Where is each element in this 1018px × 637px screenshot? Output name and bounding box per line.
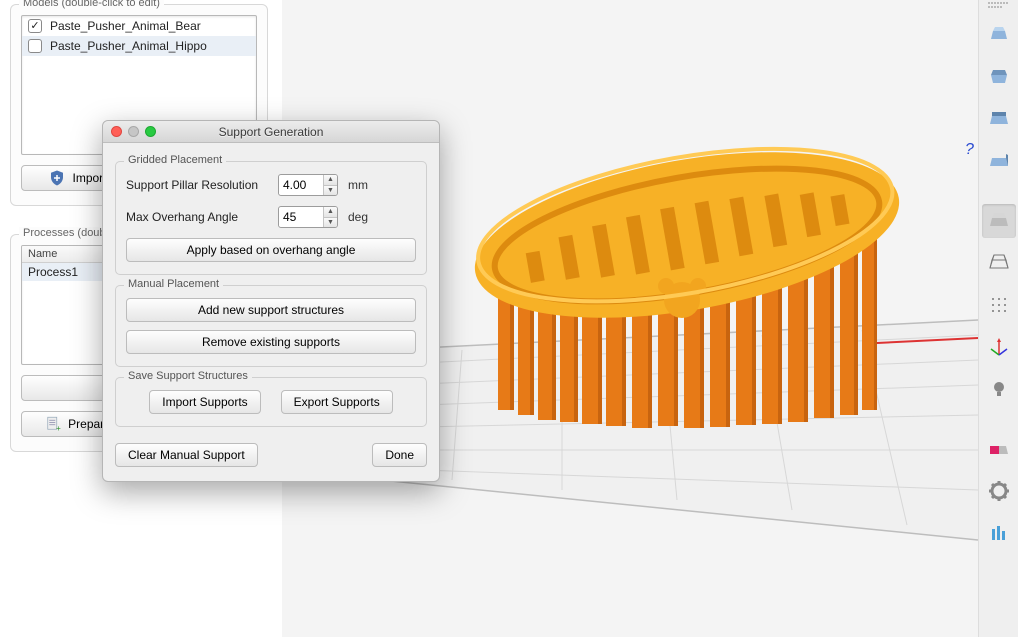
list-item-label: Paste_Pusher_Animal_Bear <box>50 19 201 33</box>
overhang-angle-label: Max Overhang Angle <box>126 210 278 224</box>
supports-icon[interactable] <box>982 516 1016 550</box>
overhang-angle-spinner[interactable]: ▲▼ <box>278 206 338 228</box>
pillar-resolution-spinner[interactable]: ▲▼ <box>278 174 338 196</box>
gridded-placement-group: Gridded Placement Support Pillar Resolut… <box>115 161 427 275</box>
view-side-icon[interactable] <box>982 144 1016 178</box>
svg-text:+: + <box>56 424 61 433</box>
zoom-icon[interactable] <box>145 126 156 137</box>
view-front-icon[interactable] <box>982 102 1016 136</box>
done-button[interactable]: Done <box>372 443 427 467</box>
document-plus-icon: + <box>44 415 62 433</box>
unit-label: mm <box>348 178 368 192</box>
points-icon[interactable] <box>982 288 1016 322</box>
wireframe-icon[interactable] <box>982 246 1016 280</box>
grip-icon[interactable] <box>988 2 1010 8</box>
shield-plus-icon <box>48 169 66 187</box>
light-icon[interactable] <box>982 372 1016 406</box>
minimize-icon[interactable] <box>128 126 139 137</box>
pillar-resolution-label: Support Pillar Resolution <box>126 178 278 192</box>
section-icon[interactable] <box>982 432 1016 466</box>
list-item[interactable]: Paste_Pusher_Animal_Bear <box>22 16 256 36</box>
axis-gizmo: ? <box>965 141 974 158</box>
clear-manual-button[interactable]: Clear Manual Support <box>115 443 258 467</box>
group-legend: Manual Placement <box>124 278 223 290</box>
manual-placement-group: Manual Placement Add new support structu… <box>115 285 427 367</box>
view-default-icon[interactable] <box>982 18 1016 52</box>
axes-icon[interactable] <box>982 330 1016 364</box>
apply-overhang-button[interactable]: Apply based on overhang angle <box>126 238 416 262</box>
save-supports-group: Save Support Structures Import Supports … <box>115 377 427 427</box>
group-legend: Gridded Placement <box>124 154 226 166</box>
step-up-icon[interactable]: ▲ <box>324 175 337 186</box>
remove-supports-button[interactable]: Remove existing supports <box>126 330 416 354</box>
list-item[interactable]: Paste_Pusher_Animal_Hippo <box>22 36 256 56</box>
group-legend: Save Support Structures <box>124 370 252 382</box>
checkbox-icon[interactable] <box>28 39 42 53</box>
add-supports-button[interactable]: Add new support structures <box>126 298 416 322</box>
list-item-label: Paste_Pusher_Animal_Hippo <box>50 39 207 53</box>
right-toolbar <box>978 0 1018 637</box>
support-generation-dialog: Support Generation Gridded Placement Sup… <box>102 120 440 482</box>
step-down-icon[interactable]: ▼ <box>324 218 337 228</box>
close-icon[interactable] <box>111 126 122 137</box>
unit-label: deg <box>348 210 368 224</box>
overhang-angle-input[interactable] <box>279 208 323 226</box>
dialog-titlebar[interactable]: Support Generation <box>103 121 439 143</box>
checkbox-icon[interactable] <box>28 19 42 33</box>
view-top-icon[interactable] <box>982 60 1016 94</box>
svg-text:?: ? <box>965 141 974 158</box>
step-up-icon[interactable]: ▲ <box>324 207 337 218</box>
pillar-resolution-input[interactable] <box>279 176 323 194</box>
select-icon[interactable] <box>982 204 1016 238</box>
export-supports-button[interactable]: Export Supports <box>281 390 393 414</box>
import-supports-button[interactable]: Import Supports <box>149 390 260 414</box>
models-legend: Models (double-click to edit) <box>19 0 164 9</box>
step-down-icon[interactable]: ▼ <box>324 186 337 196</box>
settings-icon[interactable] <box>982 474 1016 508</box>
